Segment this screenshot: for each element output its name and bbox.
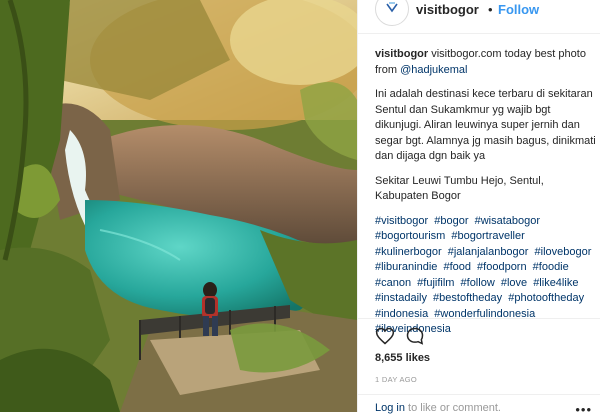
post-sidebar: visitbogor • Follow visitbogor visitbogo… [357,0,600,417]
caption-paragraph-1: Ini adalah destinasi kece terbaru di sek… [375,88,596,162]
hashtag-link[interactable]: #canon [375,277,411,289]
visitbogor-logo-icon [386,2,398,13]
hashtag-link[interactable]: #liburanindie [375,261,437,273]
post-header: visitbogor • Follow [358,0,600,34]
hashtag-link[interactable]: #jalanjalanbogor [448,246,529,258]
post-time: 1 DAY AGO [375,375,418,384]
login-rest: to like or comment. [408,402,501,414]
more-options-button[interactable]: ••• [575,402,592,417]
follow-button[interactable]: Follow [498,2,539,17]
hashtag-link[interactable]: #bogortraveller [451,230,524,242]
photo-scene [0,0,357,412]
hashtag-link[interactable]: #foodporn [477,261,527,273]
hashtag-link[interactable]: #bogortourism [375,230,445,242]
likes-count[interactable]: 8,655 likes [375,352,430,364]
login-link[interactable]: Log in [375,402,405,414]
hashtag-link[interactable]: #fujifilm [417,277,454,289]
hashtag-link[interactable]: #visitbogor [375,215,428,227]
caption-username[interactable]: visitbogor [375,48,428,60]
hashtag-link[interactable]: #instadaily [375,292,427,304]
hashtag-link[interactable]: #like4like [533,277,578,289]
header-separator: • [488,2,493,17]
hashtag-link[interactable]: #foodie [533,261,569,273]
hashtag-link[interactable]: #follow [461,277,495,289]
post-caption: visitbogor visitbogor.com today best pho… [375,47,597,338]
hashtag-link[interactable]: #bestoftheday [433,292,502,304]
hashtag-link[interactable]: #wisatabogor [475,215,540,227]
post-photo[interactable] [0,0,357,412]
caption-first-line: visitbogor visitbogor.com today best pho… [375,47,597,78]
login-prompt: Log in to like or comment. [375,402,501,414]
footer-divider [358,394,600,395]
hashtag-link[interactable]: #ilovebogor [535,246,592,258]
hashtag-link[interactable]: #bogor [434,215,468,227]
hashtag-link[interactable]: #food [443,261,471,273]
heart-icon[interactable] [375,326,395,346]
hashtag-link[interactable]: #photooftheday [508,292,584,304]
caption-paragraph-2: Sekitar Leuwi Tumbu Hejo, Sentul, Kabupa… [375,174,544,203]
header-username[interactable]: visitbogor [416,2,479,17]
caption-mention[interactable]: @hadjukemal [400,64,467,76]
avatar[interactable] [375,0,409,26]
caption-divider [358,318,600,319]
hashtag-link[interactable]: #kulinerbogor [375,246,442,258]
comment-icon[interactable] [405,326,425,346]
hashtag-link[interactable]: #love [501,277,527,289]
